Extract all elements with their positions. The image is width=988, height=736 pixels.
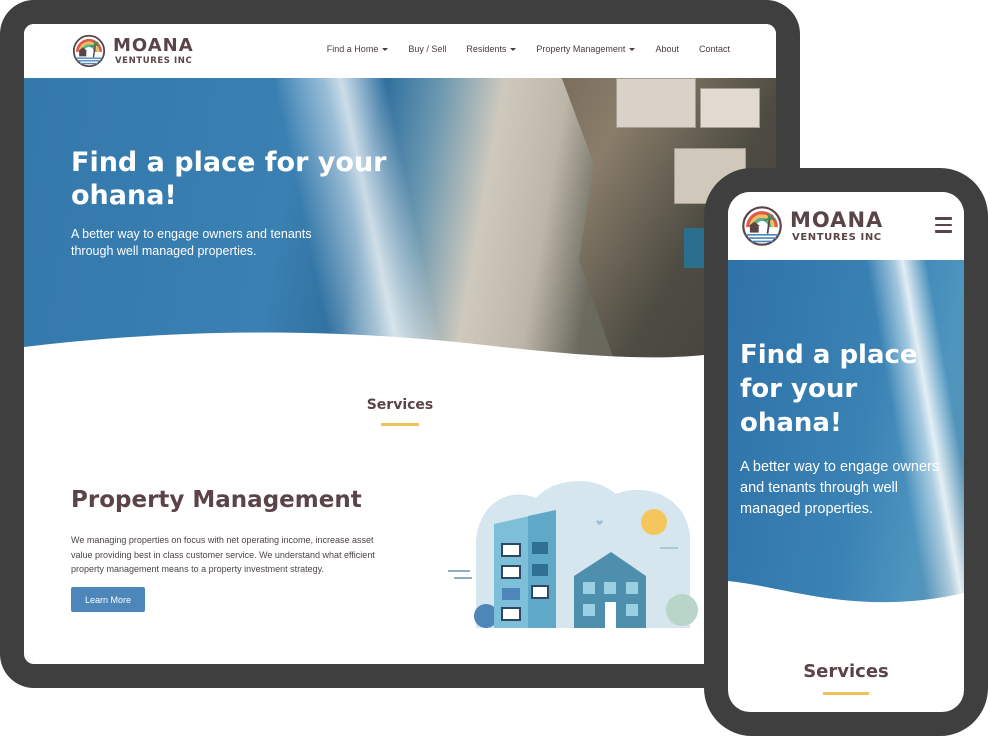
nav-item-label: Buy / Sell bbox=[408, 44, 447, 54]
hero-wave-divider bbox=[728, 581, 964, 616]
phone-device-frame: MOANA VENTURES INC Find a place for your… bbox=[704, 168, 988, 736]
hamburger-icon[interactable] bbox=[935, 217, 952, 233]
nav-item-buy-sell[interactable]: Buy / Sell bbox=[408, 44, 446, 54]
tablet-screen: MOANA VENTURES INC Find a Home Buy / Sel… bbox=[24, 24, 776, 664]
mobile-hero-banner: Find a place for your ohana! A better wa… bbox=[728, 260, 964, 616]
caret-down-icon bbox=[510, 47, 517, 51]
hero-surf-image bbox=[271, 78, 447, 364]
phone-screen: MOANA VENTURES INC Find a place for your… bbox=[728, 192, 964, 712]
logo-icon bbox=[742, 206, 782, 246]
services-underline bbox=[381, 423, 419, 426]
tablet-device-frame: MOANA VENTURES INC Find a Home Buy / Sel… bbox=[0, 0, 800, 688]
nav-item-about[interactable]: About bbox=[655, 44, 679, 54]
hero-title: Find a place for your ohana! bbox=[71, 147, 387, 211]
services-underline bbox=[823, 692, 869, 695]
hero-house-image bbox=[616, 78, 696, 128]
logo-icon bbox=[72, 34, 106, 68]
feature-body: We managing properties on focus with net… bbox=[71, 535, 375, 574]
brand-name: MOANA bbox=[790, 207, 884, 232]
nav-item-residents[interactable]: Residents bbox=[466, 44, 517, 54]
buildings-illustration bbox=[448, 480, 698, 628]
nav-item-label: About bbox=[655, 44, 679, 54]
hero-banner: Find a place for your ohana! A better wa… bbox=[24, 78, 776, 364]
nav-item-property-management[interactable]: Property Management bbox=[536, 44, 636, 54]
top-navigation: MOANA VENTURES INC Find a Home Buy / Sel… bbox=[24, 24, 776, 78]
learn-more-button[interactable]: Learn More bbox=[71, 587, 145, 612]
nav-item-contact[interactable]: Contact bbox=[699, 44, 730, 54]
mobile-navigation: MOANA VENTURES INC bbox=[728, 192, 964, 260]
services-heading: Services bbox=[366, 397, 434, 413]
brand-logo[interactable]: MOANA VENTURES INC bbox=[71, 34, 194, 68]
hero-subtitle: A better way to engage owners and tenant… bbox=[71, 227, 312, 258]
brand-subtitle: VENTURES INC bbox=[792, 231, 882, 243]
mobile-services-heading: Services bbox=[803, 661, 889, 682]
caret-down-icon bbox=[382, 47, 389, 51]
nav-item-label: Residents bbox=[466, 44, 507, 54]
caret-down-icon bbox=[629, 47, 636, 51]
nav-item-label: Find a Home bbox=[326, 44, 379, 54]
mobile-hero-subtitle: A better way to engage owners and tenant… bbox=[740, 459, 940, 517]
hero-house-image bbox=[700, 88, 760, 128]
nav-item-label: Property Management bbox=[536, 44, 626, 54]
nav-item-label: Contact bbox=[698, 44, 730, 54]
mobile-hero-title: Find a place for your ohana! bbox=[740, 340, 918, 438]
nav-item-find-a-home[interactable]: Find a Home bbox=[327, 44, 389, 54]
feature-title: Property Management bbox=[71, 487, 362, 513]
hero-wave-divider bbox=[24, 332, 776, 364]
main-menu: Find a Home Buy / Sell Residents Propert… bbox=[327, 44, 730, 54]
brand-subtitle: VENTURES INC bbox=[115, 55, 193, 66]
brand-name: MOANA bbox=[113, 34, 194, 56]
brand-logo[interactable]: MOANA VENTURES INC bbox=[740, 205, 883, 247]
